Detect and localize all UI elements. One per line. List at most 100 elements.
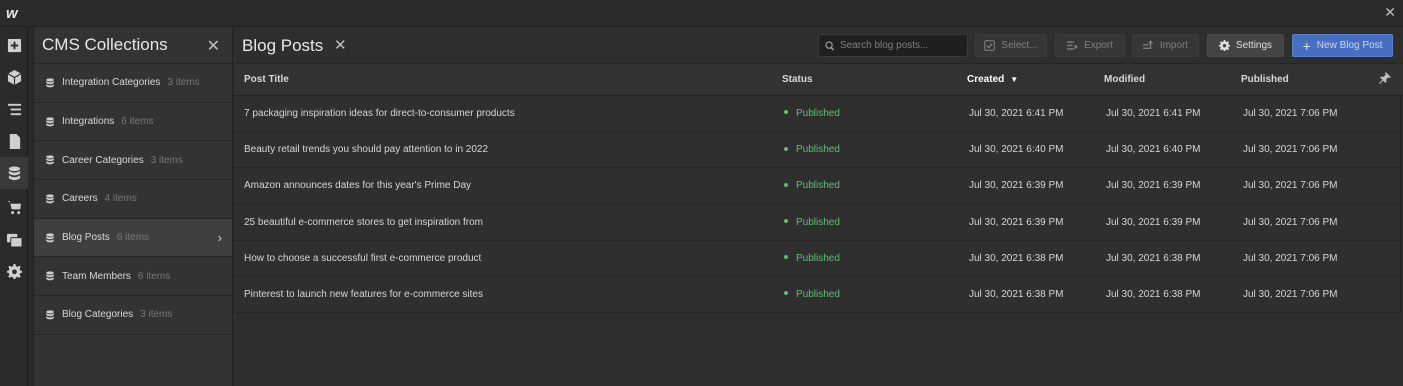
close-icon[interactable]: ✕ [1384,4,1396,21]
cell-post-title: Amazon announces dates for this year's P… [244,180,472,192]
import-label: Import [1159,40,1189,51]
search-box[interactable] [818,34,968,57]
panel-header: CMS Collections ✕ [34,27,232,64]
collection-name: Careers [62,193,98,205]
close-panel-icon[interactable]: ✕ [207,36,220,56]
export-icon [1067,41,1079,50]
import-button[interactable]: Import [1132,34,1199,57]
export-button[interactable]: Export [1055,34,1125,57]
settings-button[interactable]: Settings [1207,34,1284,57]
status-label: Published [796,108,840,119]
status-label: Published [796,216,840,228]
site-settings-button[interactable] [0,255,28,287]
collection-item[interactable]: Blog Posts 6 items › [34,218,232,258]
cms-button[interactable] [0,157,28,189]
box-icon [7,69,21,85]
cell-published: Jul 30, 2021 7:06 PM [1243,180,1338,192]
table-header: Post Title Status Created ▼ Modified Publ… [234,64,1403,96]
database-icon [45,77,55,89]
column-created-label: Created [967,74,1005,85]
checkbox-icon [984,40,996,51]
gear-icon [1218,40,1230,51]
cell-modified: Jul 30, 2021 6:41 PM [1106,108,1201,119]
database-icon [45,154,55,166]
cell-modified: Jul 30, 2021 6:39 PM [1106,180,1201,192]
column-created[interactable]: Created ▼ [967,74,1018,85]
status-label: Published [796,288,840,300]
cell-created: Jul 30, 2021 6:38 PM [969,252,1064,264]
cell-post-title: 7 packaging inspiration ideas for direct… [244,108,515,119]
database-icon [45,193,55,205]
add-panel-button[interactable] [0,29,28,61]
close-collection-icon[interactable]: ✕ [334,36,347,54]
navigator-button[interactable] [0,93,28,125]
search-input[interactable] [840,40,960,51]
cell-created: Jul 30, 2021 6:39 PM [969,216,1064,228]
column-modified[interactable]: Modified [1104,74,1145,85]
assets-button[interactable] [0,223,28,255]
cell-post-title: Pinterest to launch new features for e-c… [244,288,483,300]
column-status[interactable]: Status [782,74,813,85]
settings-gear-icon [6,263,22,279]
webflow-logo[interactable]: w [6,5,18,22]
collection-item[interactable]: Integrations 6 items [34,103,232,142]
cell-status: Published [784,144,840,155]
table-row[interactable]: Beauty retail trends you should pay atte… [234,132,1400,169]
table-row[interactable]: 7 packaging inspiration ideas for direct… [234,96,1400,133]
cell-modified: Jul 30, 2021 6:40 PM [1106,144,1201,156]
cell-modified: Jul 30, 2021 6:38 PM [1106,252,1201,264]
collection-item[interactable]: Blog Categories 3 items [34,296,232,335]
status-label: Published [796,252,840,264]
collection-item[interactable]: Careers 4 items [34,180,232,219]
cell-published: Jul 30, 2021 7:06 PM [1243,288,1338,300]
symbols-button[interactable] [0,61,28,93]
panel-title: CMS Collections [42,35,168,54]
new-blog-post-button[interactable]: + New Blog Post [1292,34,1393,57]
column-published[interactable]: Published [1241,74,1289,85]
collection-count: 6 items [121,116,154,128]
collection-name: Integrations [62,116,115,128]
cms-collections-panel: CMS Collections ✕ Integration Categories… [33,27,233,386]
table-row[interactable]: 25 beautiful e-commerce stores to get in… [234,204,1400,241]
database-icon [45,232,55,244]
collection-count: 3 items [167,77,200,89]
cell-published: Jul 30, 2021 7:06 PM [1243,216,1338,228]
cell-created: Jul 30, 2021 6:41 PM [969,108,1064,119]
cell-status: Published [784,217,840,228]
cell-published: Jul 30, 2021 7:06 PM [1243,144,1338,156]
cell-created: Jul 30, 2021 6:38 PM [969,288,1064,300]
cell-status: Published [784,289,840,300]
collection-item[interactable]: Integration Categories 3 items [34,64,232,103]
collection-name: Blog Categories [62,309,134,321]
cell-post-title: 25 beautiful e-commerce stores to get in… [244,216,483,228]
database-icon [45,309,55,321]
table-body: 7 packaging inspiration ideas for direct… [234,96,1401,314]
chevron-right-icon: › [217,229,222,245]
collection-count: 3 items [150,154,183,166]
cell-status: Published [784,108,840,119]
select-button[interactable]: Select... [975,34,1047,57]
collection-list: Integration Categories 3 items Integration… [34,64,232,335]
table-row[interactable]: How to choose a successful first e-comme… [234,240,1400,277]
status-dot-icon [784,291,788,296]
cell-status: Published [784,180,840,191]
table-row[interactable]: Amazon announces dates for this year's P… [234,168,1400,205]
pages-button[interactable] [0,125,28,157]
database-icon [45,116,55,128]
sort-descending-icon: ▼ [1010,75,1019,84]
status-dot-icon [784,182,788,187]
ecommerce-cart-icon [6,200,21,214]
ecommerce-button[interactable] [0,191,28,223]
status-dot-icon [784,110,788,115]
collection-item[interactable]: Team Members 6 items [34,257,232,297]
collection-count: 6 items [137,270,171,282]
collection-item[interactable]: Career Categories 3 items [34,141,232,181]
status-label: Published [796,144,840,156]
table-row[interactable]: Pinterest to launch new features for e-c… [234,276,1400,314]
cms-database-icon [8,165,20,180]
pin-icon[interactable] [1379,72,1391,87]
settings-label: Settings [1235,40,1273,51]
cell-published: Jul 30, 2021 7:06 PM [1243,108,1338,119]
status-label: Published [796,180,840,192]
column-post-title[interactable]: Post Title [244,74,289,85]
